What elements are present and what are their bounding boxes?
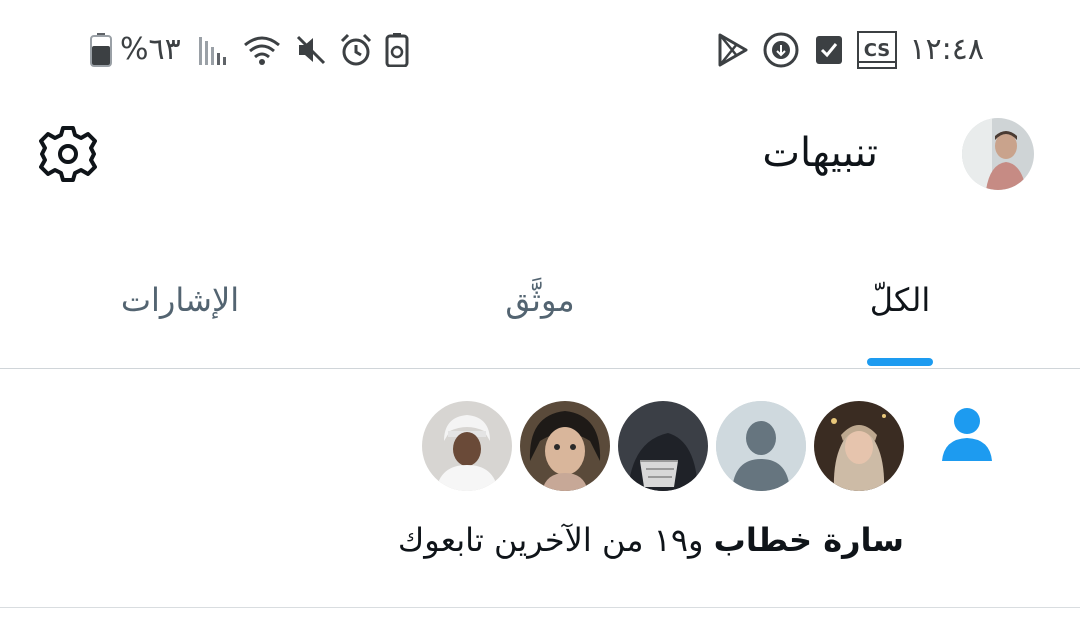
notification-item[interactable]: سارة خطاب و١٩ من الآخرين تابعوك	[0, 369, 1080, 608]
clock: ١٢:٤٨	[909, 32, 984, 67]
follower-avatar-5[interactable]	[422, 401, 512, 491]
follower-avatar-4[interactable]	[520, 401, 610, 491]
tab-all-label: الكلّ	[869, 281, 931, 319]
settings-button[interactable]	[36, 122, 100, 186]
tab-verified[interactable]: موثَّق	[440, 250, 640, 368]
signal-icon	[198, 35, 229, 65]
tab-mentions-label: الإشارات	[120, 281, 240, 319]
status-bar: %٦٣ CS ١٢:٤٨	[0, 0, 1080, 100]
battery-percent: %٦٣	[120, 32, 181, 67]
tab-verified-label: موثَّق	[505, 281, 575, 319]
notification-tabs: الكلّ موثَّق الإشارات	[0, 250, 1080, 369]
alarm-icon	[339, 33, 373, 67]
active-tab-indicator	[867, 358, 933, 366]
follower-avatars	[420, 401, 908, 493]
profile-avatar-button[interactable]	[962, 118, 1034, 190]
wifi-icon	[243, 35, 281, 65]
gear-icon	[39, 126, 97, 182]
checkbox-icon	[815, 35, 843, 65]
follower-avatar-1[interactable]	[814, 401, 904, 491]
play-store-icon	[717, 32, 749, 68]
notifications-screen: %٦٣ CS ١٢:٤٨ تنبيهات الكلّ موثَّق الإشار…	[0, 0, 1080, 620]
notification-rest-text: و١٩ من الآخرين تابعوك	[397, 521, 704, 559]
status-bar-right: CS ١٢:٤٨	[717, 28, 984, 72]
follower-avatar-3[interactable]	[618, 401, 708, 491]
follower-avatar-2-default[interactable]	[716, 401, 806, 491]
cs-app-icon: CS	[857, 31, 898, 69]
follow-person-icon	[940, 405, 994, 465]
status-bar-left: %٦٣	[90, 28, 409, 72]
actor-name[interactable]: سارة خطاب	[714, 521, 904, 559]
notification-text: سارة خطاب و١٩ من الآخرين تابعوك	[398, 519, 904, 561]
page-title: تنبيهات	[762, 130, 878, 176]
mute-icon	[295, 34, 327, 66]
battery-saver-icon	[385, 33, 409, 67]
tab-all[interactable]: الكلّ	[800, 250, 1000, 368]
tab-mentions[interactable]: الإشارات	[80, 250, 280, 368]
battery-icon	[90, 33, 112, 67]
svg-text:CS: CS	[864, 40, 891, 61]
download-circle-icon	[763, 32, 799, 68]
